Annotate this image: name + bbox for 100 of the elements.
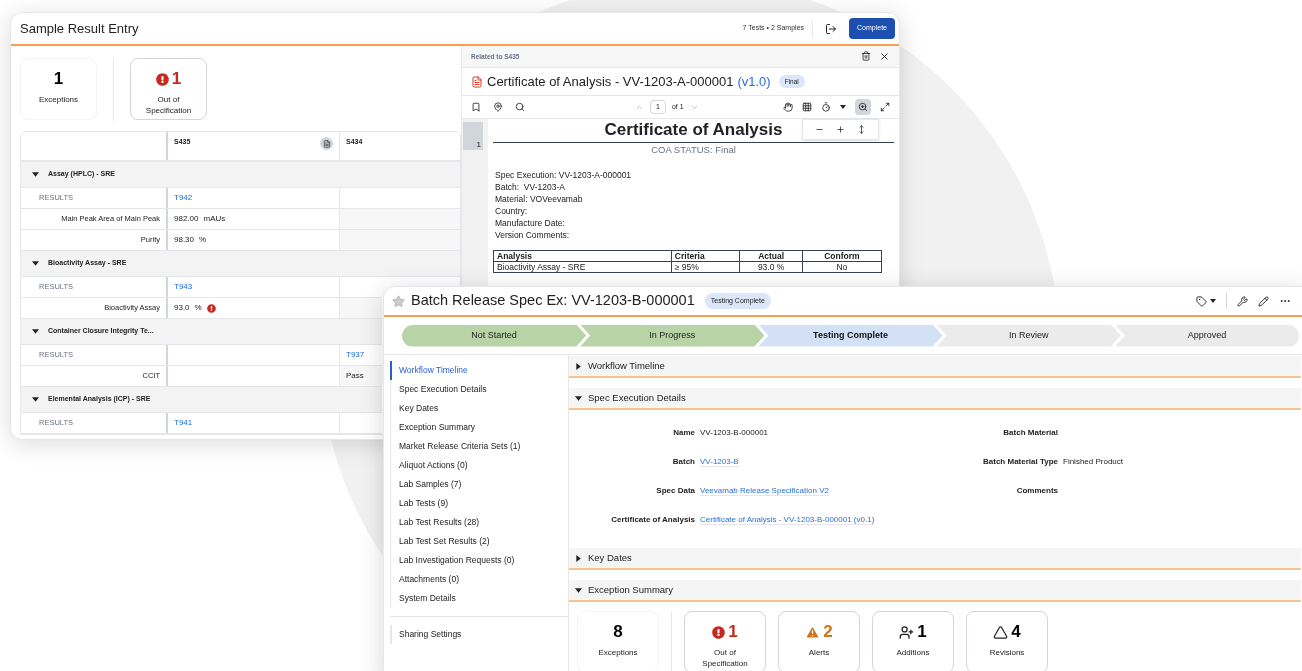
sidebar-item[interactable]: Lab Test Set Results (2) [390,532,568,551]
field-link[interactable]: Certificate of Analysis - VV-1203-B-000001 (v0.1) [700,514,875,525]
fullscreen-icon[interactable] [880,102,890,112]
table-cell: Bioactivity Assay - SRE [493,261,672,273]
stat-count: 2 [823,621,833,644]
stat-label: Exceptions [37,94,80,105]
trash-icon[interactable] [861,51,871,61]
sidebar-item[interactable]: System Details [390,589,568,608]
field-label: Spec Data [656,485,695,495]
sidebar-item[interactable]: Aliquot Actions (0) [390,456,568,475]
field-label: Batch Material [1003,427,1058,437]
exclamation-icon [206,303,216,313]
caret-icon[interactable] [32,396,39,403]
search-icon[interactable] [515,102,525,112]
stat-label: Revisions [988,647,1026,658]
caret-icon[interactable] [575,554,582,562]
workflow-stage: Testing Complete [758,324,943,347]
field-link[interactable]: Veevamab Release Specification V2 [700,485,829,496]
test-link[interactable]: T937 [346,349,365,361]
sidebar-item[interactable]: Lab Samples (7) [390,475,568,494]
sidebar-item[interactable]: Market Release Criteria Sets (1) [390,437,568,456]
stat-label: Additions [895,647,931,658]
pin-icon[interactable] [493,102,503,112]
caret-icon[interactable] [840,105,846,109]
page-thumbnail[interactable]: 1 [463,122,483,150]
stat-count: 1 [917,621,927,644]
plus-icon[interactable] [836,125,845,134]
grid-icon[interactable] [802,102,812,112]
close-icon[interactable] [879,51,890,62]
window-title: Batch Release Spec Ex: VV-1203-B-000001 [411,291,695,311]
stat-count: 1 [171,68,182,91]
document-icon[interactable] [320,137,333,150]
stat-label: Exceptions [597,647,639,658]
workflow-stage: Not Started [402,324,587,347]
stat-count: 4 [1011,621,1021,644]
user-plus-icon [899,624,915,640]
version-link[interactable]: (v1.0) [737,71,771,92]
workflow-stage: Approved [1114,324,1299,347]
sidebar-item[interactable]: Lab Investigation Requests (0) [390,551,568,570]
table-cell: No [802,261,882,273]
stat-count: 8 [613,621,623,644]
stat-count: 1 [728,621,738,644]
stat-label: Out of Specification [144,94,193,116]
caret-icon[interactable] [1210,299,1216,303]
cell-value: 982.00 [174,213,199,225]
cell-unit: % [194,302,202,314]
sidebar-item[interactable]: Attachments (0) [390,570,568,589]
workflow-stage: In Progress [580,324,765,347]
document-line: Version Comments: [495,229,571,242]
sidebar-item[interactable]: Lab Tests (9) [390,494,568,513]
document-line: Spec Execution: VV-1203-A-000001 [495,169,633,182]
field-label: Comments [1016,485,1058,495]
exclamation-icon [712,625,726,639]
sidebar-item[interactable]: Lab Test Results (28) [390,513,568,532]
caret-icon[interactable] [32,171,39,178]
table-cell: ≥ 95% [671,261,740,273]
table-header: Criteria [671,250,740,262]
cell-unit: mAUs [203,213,226,225]
table-header: Conform [802,250,882,262]
section-header[interactable]: Key Dates [569,548,1301,570]
caret-icon[interactable] [32,260,39,267]
section-header[interactable]: Spec Execution Details [569,388,1301,410]
caret-icon[interactable] [575,586,582,594]
caret-icon[interactable] [32,328,39,335]
sidebar-item[interactable]: Spec Execution Details [390,380,568,399]
field-value: VV-1203-B-000001 [700,427,769,437]
sidebar-item[interactable]: Key Dates [390,399,568,418]
section-header[interactable]: Exception Summary [569,580,1301,602]
field-label: Certificate of Analysis [611,514,695,524]
hand-icon[interactable] [783,102,793,112]
document-line: Manufacture Date: [495,217,566,230]
test-link[interactable]: T943 [174,281,193,293]
bookmark-icon[interactable] [471,102,481,112]
wrench-icon[interactable] [1237,295,1248,307]
pencil-icon[interactable] [1258,295,1269,307]
stat-label: Alerts [807,647,831,658]
sidebar-item[interactable]: Exception Summary [390,418,568,437]
field-link[interactable]: VV-1203-B [700,456,739,467]
document-line: Material: VOVeevamab [495,193,584,206]
field-label: Batch Material Type [983,456,1058,466]
field-label: Batch [672,456,695,466]
zoom-in-icon[interactable] [858,102,868,112]
document-heading: Certificate of Analysis [604,120,783,140]
section-header[interactable]: Workflow Timeline [569,356,1301,378]
table-header: Actual [739,250,803,262]
caret-icon[interactable] [575,394,582,402]
fit-height-icon[interactable] [857,125,866,134]
document-line: Country: [495,205,529,218]
tag-icon[interactable] [1196,295,1207,307]
test-link[interactable]: T941 [174,417,193,429]
warning-icon [805,624,821,640]
cell-value: Pass [346,370,364,382]
table-header: Analysis [493,250,672,262]
sidebar-item[interactable]: Sharing Settings [390,625,568,644]
test-link[interactable]: T942 [174,192,193,204]
caret-icon[interactable] [575,362,582,370]
stat-label: Out of Specification [701,647,749,669]
cell-value: 93.0 [174,302,190,314]
exclamation-icon [155,72,169,86]
star-icon[interactable] [392,294,405,308]
